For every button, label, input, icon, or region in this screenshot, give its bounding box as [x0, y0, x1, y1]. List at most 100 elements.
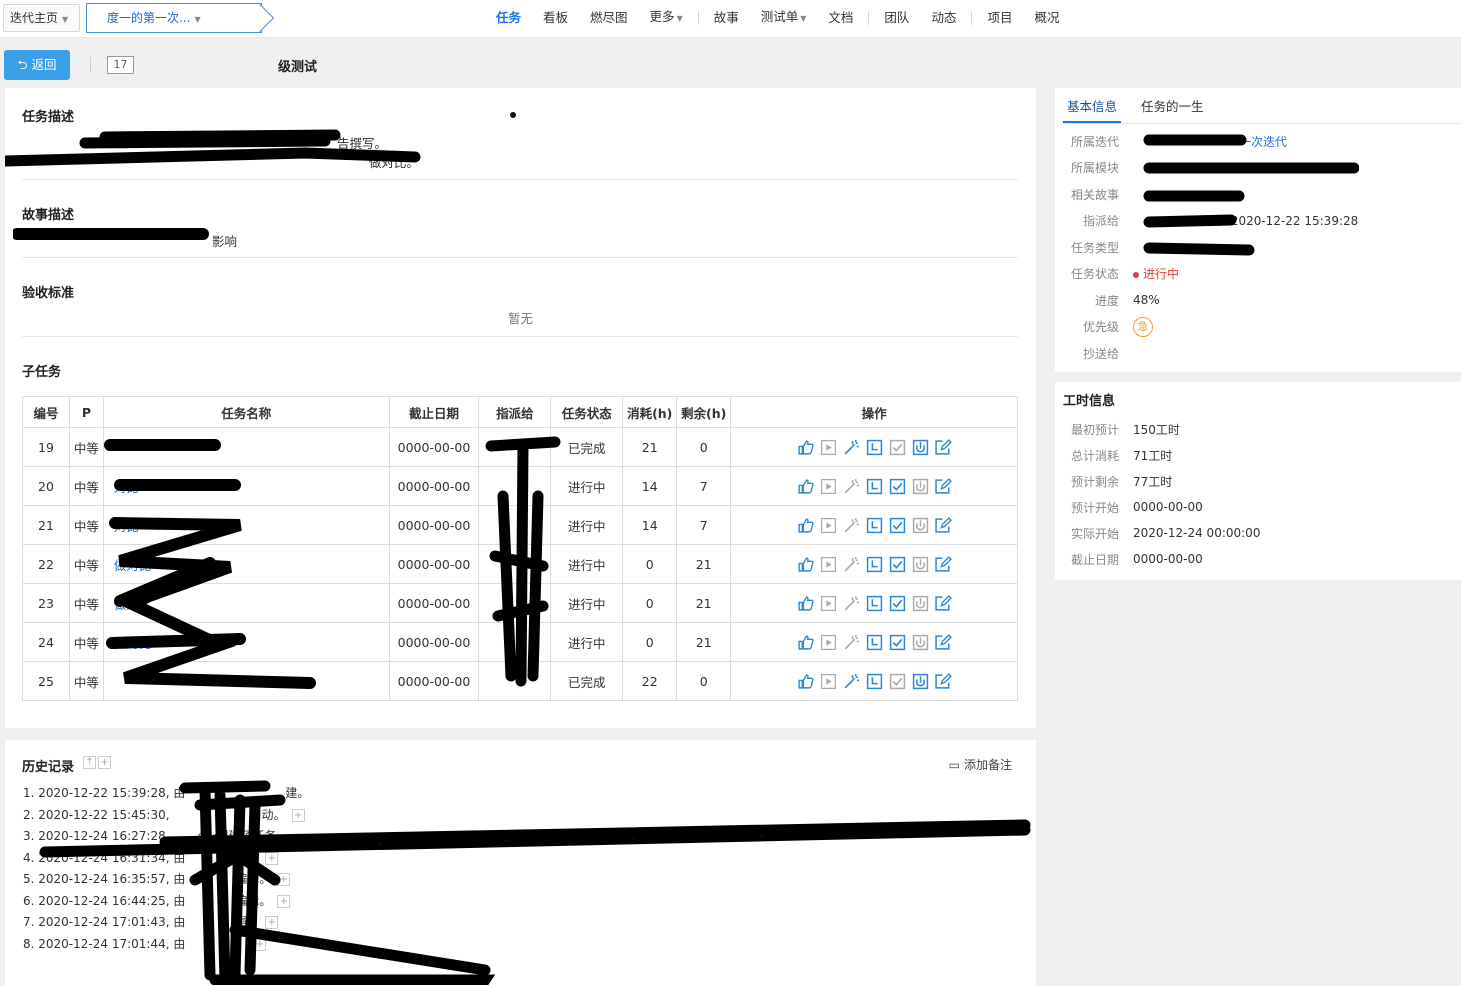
nav-team[interactable]: 团队 — [873, 0, 920, 36]
col-header-left[interactable]: 剩余(h) — [676, 396, 732, 428]
col-header-status[interactable]: 任务状态 — [550, 396, 624, 428]
crumb-iteration-select[interactable]: 度一的第一次... ▼ — [86, 3, 262, 33]
nav-burndown[interactable]: 燃尽图 — [579, 0, 639, 36]
cell-actions — [730, 505, 1018, 545]
nav-tasks[interactable]: 任务 — [485, 0, 532, 36]
work-row: 最初预计 150工时 — [1055, 416, 1461, 442]
start-icon[interactable] — [820, 478, 837, 495]
start-icon[interactable] — [820, 556, 837, 573]
col-header-id[interactable]: 编号 — [22, 396, 70, 428]
col-header-assignee[interactable]: 指派给 — [478, 396, 552, 428]
close-task-icon[interactable] — [912, 478, 929, 495]
priority-badge: 急 — [1133, 316, 1153, 337]
redaction-mark — [1143, 134, 1359, 256]
finish-icon[interactable] — [889, 556, 906, 573]
wand-icon[interactable] — [843, 478, 860, 495]
cell-left: 7 — [676, 505, 732, 545]
work-value: 77工时 — [1133, 474, 1173, 489]
cell-id: 24 — [22, 622, 70, 662]
wand-icon[interactable] — [843, 595, 860, 612]
undo-icon: ⮌ — [17, 57, 28, 72]
status-text: 进行中 — [1143, 267, 1180, 281]
start-icon[interactable] — [820, 517, 837, 534]
assign-icon[interactable] — [797, 634, 814, 651]
edit-icon[interactable] — [934, 594, 952, 612]
work-label: 截止日期 — [1070, 552, 1119, 567]
edit-icon[interactable] — [934, 438, 952, 456]
cell-priority: 中等 — [68, 427, 104, 467]
record-time-icon[interactable] — [866, 634, 883, 651]
finish-icon[interactable] — [889, 595, 906, 612]
work-label: 实际开始 — [1070, 526, 1119, 541]
wand-icon[interactable] — [843, 556, 860, 573]
start-icon[interactable] — [820, 673, 837, 690]
close-task-icon[interactable] — [912, 595, 929, 612]
top-navbar: 迭代主页 ▼ 度一的第一次... ▼ 任务 看板 燃尽图 更多 ▼ 故事 测试单 ▼ 文… — [0, 0, 1461, 38]
assign-icon[interactable] — [797, 673, 814, 690]
nav-testsheet-label: 测试单 — [760, 9, 799, 24]
finish-icon[interactable] — [889, 673, 906, 690]
cell-priority: 中等 — [68, 661, 104, 701]
nav-testsheet[interactable]: 测试单 ▼ — [750, 0, 818, 37]
assign-icon[interactable] — [797, 556, 814, 573]
history-panel: 历史记录 ⇡ + ▭ 添加备注 1. 2020-12-22 15:39:28, … — [5, 740, 1036, 986]
info-label: 抄送给 — [1082, 346, 1119, 361]
close-task-icon[interactable] — [912, 634, 929, 651]
info-row: 优先级急 — [1055, 314, 1461, 340]
close-task-icon[interactable] — [912, 556, 929, 573]
record-time-icon[interactable] — [866, 673, 883, 690]
assign-icon[interactable] — [797, 478, 814, 495]
record-time-icon[interactable] — [866, 439, 883, 456]
col-header-used[interactable]: 消耗(h) — [622, 396, 678, 428]
nav-dynamic[interactable]: 动态 — [920, 0, 967, 36]
start-icon[interactable] — [820, 595, 837, 612]
start-icon[interactable] — [820, 439, 837, 456]
assign-icon[interactable] — [797, 595, 814, 612]
edit-icon[interactable] — [934, 516, 952, 534]
assign-icon[interactable] — [797, 439, 814, 456]
record-time-icon[interactable] — [866, 478, 883, 495]
cell-left: 21 — [676, 583, 732, 623]
finish-icon[interactable] — [889, 517, 906, 534]
finish-icon[interactable] — [889, 634, 906, 651]
tab-basic-info[interactable]: 基本信息 — [1063, 94, 1122, 123]
nav-overview[interactable]: 概况 — [1023, 0, 1070, 36]
history-toggle-group: ⇡ + — [83, 756, 111, 769]
nav-stories[interactable]: 故事 — [703, 0, 750, 36]
add-note-button[interactable]: ▭ 添加备注 — [949, 756, 1012, 773]
nav-docs[interactable]: 文档 — [817, 0, 864, 36]
back-button[interactable]: ⮌ 返回 — [4, 50, 70, 80]
crumb-iteration-home[interactable]: 迭代主页 ▼ — [3, 4, 80, 32]
record-time-icon[interactable] — [866, 556, 883, 573]
wand-icon[interactable] — [843, 517, 860, 534]
cell-actions — [730, 466, 1018, 506]
close-task-icon[interactable] — [912, 439, 929, 456]
edit-icon[interactable] — [934, 672, 952, 690]
col-header-priority[interactable]: P — [68, 396, 104, 428]
record-time-icon[interactable] — [866, 595, 883, 612]
tab-task-life[interactable]: 任务的一生 — [1137, 94, 1208, 123]
edit-icon[interactable] — [934, 633, 952, 651]
col-header-name[interactable]: 任务名称 — [102, 396, 390, 428]
cell-due: 0000-00-00 — [388, 622, 480, 662]
close-task-icon[interactable] — [912, 673, 929, 690]
wand-icon[interactable] — [843, 634, 860, 651]
nav-kanban[interactable]: 看板 — [532, 0, 579, 36]
wand-icon[interactable] — [843, 673, 860, 690]
finish-icon[interactable] — [889, 478, 906, 495]
work-value: 2020-12-24 00:00:00 — [1133, 526, 1261, 540]
assign-icon[interactable] — [797, 517, 814, 534]
wand-icon[interactable] — [843, 439, 860, 456]
edit-icon[interactable] — [934, 555, 952, 573]
nav-more[interactable]: 更多 ▼ — [639, 0, 694, 37]
nav-project[interactable]: 项目 — [976, 0, 1023, 36]
collapse-up-icon[interactable]: ⇡ — [83, 756, 96, 769]
finish-icon[interactable] — [889, 439, 906, 456]
record-time-icon[interactable] — [866, 517, 883, 534]
start-icon[interactable] — [820, 634, 837, 651]
edit-icon[interactable] — [934, 477, 952, 495]
close-task-icon[interactable] — [912, 517, 929, 534]
info-row: 抄送给 — [1055, 340, 1461, 366]
col-header-due[interactable]: 截止日期 — [388, 396, 480, 428]
expand-plus-icon[interactable]: + — [98, 756, 111, 769]
